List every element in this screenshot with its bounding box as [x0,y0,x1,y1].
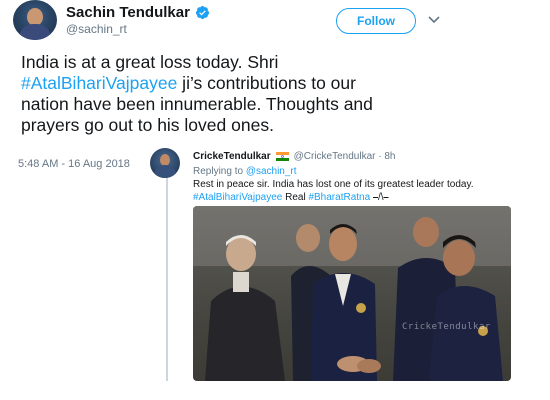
tweet-text: India is at a great loss today. Shri #At… [21,52,401,136]
tweet-header: Sachin Tendulkar @sachin_rt Follow [0,0,550,44]
display-name[interactable]: Sachin Tendulkar [66,4,190,21]
quote-author-handle[interactable]: @CrickeTendulkar · 8h [294,151,396,162]
quote-text-line: #AtalBihariVajpayee Real #BharatRatna ⎯/… [193,192,389,203]
replying-prefix: Replying to [193,166,246,177]
quote-author-name[interactable]: CrickeTendulkar [193,151,271,162]
quote-avatar[interactable] [150,148,180,178]
verified-badge-icon [195,5,209,20]
hashtag-link[interactable]: #AtalBihariVajpayee [21,73,177,93]
quote-photo[interactable] [193,206,511,381]
chevron-down-icon[interactable] [428,15,440,25]
avatar[interactable] [13,0,57,40]
photo-illustration [193,206,511,381]
quote-text-part: ⎯/\⎯ [370,192,389,203]
tweet-text-part: India is at a great loss today. Shri [21,52,279,72]
hashtag-link[interactable]: #AtalBihariVajpayee [193,192,282,203]
tweet-timestamp[interactable]: 5:48 AM - 16 Aug 2018 [18,158,130,170]
quote-text-line: Rest in peace sir. India has lost one of… [193,179,474,190]
mention-link[interactable]: @sachin_rt [246,166,297,177]
hashtag-link[interactable]: #BharatRatna [308,192,370,203]
quote-text-part: Real [282,192,309,203]
quote-replying-to: Replying to @sachin_rt [193,166,297,177]
photo-watermark: CrickeTendulkar [402,322,491,332]
india-flag-icon [275,152,289,161]
follow-button[interactable]: Follow [336,8,416,34]
quote-thread-line [166,178,168,381]
author-name-row[interactable]: Sachin Tendulkar [66,4,210,21]
author-handle[interactable]: @sachin_rt [66,22,127,36]
quote-header: CrickeTendulkar @CrickeTendulkar · 8h [193,151,395,162]
